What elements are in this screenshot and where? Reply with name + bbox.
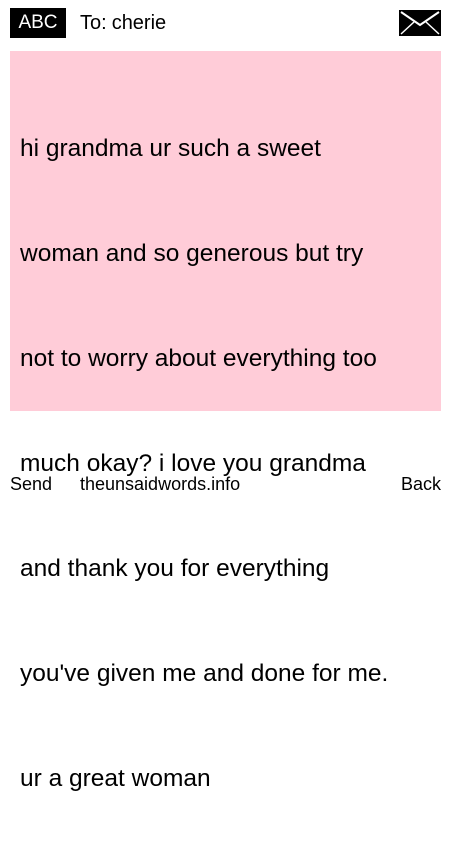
message-line: hi grandma ur such a sweet: [20, 135, 321, 162]
softkey-bar: Send theunsaidwords.info Back: [0, 470, 450, 498]
message-line: ur a great woman: [20, 765, 211, 792]
message-text: hi grandma ur such a sweet woman and so …: [20, 61, 431, 866]
message-body[interactable]: hi grandma ur such a sweet woman and so …: [10, 51, 441, 792]
message-line: you've given me and done for me.: [20, 660, 389, 687]
to-prefix: To:: [80, 12, 107, 34]
message-line: and thank you for everything: [20, 555, 330, 582]
message-line: woman and so generous but try: [20, 240, 364, 267]
recipient-field: To: cherie: [80, 9, 166, 37]
back-button[interactable]: Back: [401, 470, 441, 498]
compose-header: ABC To: cherie: [0, 0, 450, 46]
input-mode-badge[interactable]: ABC: [10, 8, 66, 38]
message-line: not to worry about everything too: [20, 345, 377, 372]
recipient-name: cherie: [111, 12, 167, 34]
send-button[interactable]: Send: [10, 470, 52, 498]
site-link[interactable]: theunsaidwords.info: [80, 470, 240, 498]
envelope-icon[interactable]: [399, 10, 441, 36]
